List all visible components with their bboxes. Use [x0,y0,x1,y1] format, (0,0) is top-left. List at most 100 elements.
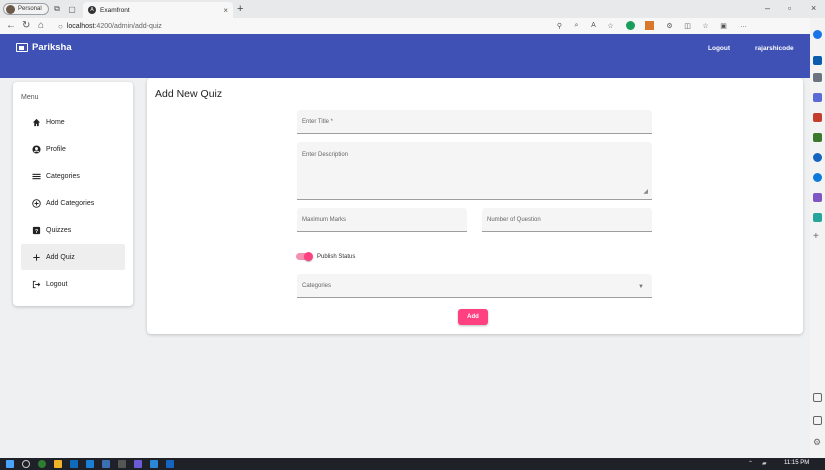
clock[interactable]: 11:15 PM [784,460,809,466]
num-questions-placeholder: Number of Question [487,217,541,223]
sidebar-item-home[interactable]: Home [21,109,125,135]
tag-icon[interactable] [813,93,822,102]
notification-icon[interactable] [813,56,822,65]
brand-name: Pariksha [32,42,72,53]
edge-sidebar: + ⚙ [810,18,825,458]
restore-icon[interactable]: ▫ [788,3,791,13]
extension-green-icon[interactable] [626,21,635,30]
network-icon[interactable]: ▰ [762,460,767,467]
list-icon [31,171,41,181]
profile-avatar [6,4,15,14]
read-aloud-icon[interactable]: A [589,21,598,30]
add-side-app-icon[interactable]: + [813,232,822,242]
publish-status-label: Publish Status [317,254,356,260]
sidebar-item-logout[interactable]: Logout [21,271,125,297]
sidebar-item-add-quiz[interactable]: Add Quiz [21,244,125,270]
start-icon[interactable] [6,460,14,468]
sidebar-item-label: Add Categories [46,199,95,207]
people-icon[interactable] [813,133,822,142]
chrome-taskbar-icon[interactable] [38,460,46,468]
toggle-thumb [304,252,313,261]
search-icon[interactable] [22,460,30,468]
copilot-icon[interactable] [813,30,822,39]
chevron-down-icon: ▼ [638,284,644,290]
header-username-button[interactable]: rajarshicode [755,45,794,52]
key-icon[interactable]: ⚲ [555,21,564,30]
extension-fox-icon[interactable] [645,21,654,30]
outlook-icon[interactable] [813,173,822,182]
sidebar-item-label: Add Quiz [46,253,75,261]
brand[interactable]: Pariksha [16,42,72,53]
title-input[interactable]: Enter Title * [297,110,652,134]
categories-select[interactable]: Categories ▼ [297,274,652,298]
back-icon[interactable]: ← [6,20,16,32]
profile-button[interactable]: Personal [3,3,49,15]
svg-text:?: ? [34,228,37,234]
sidebar-item-label: Logout [46,280,68,288]
header-logout-button[interactable]: Logout [708,45,730,52]
split-screen-icon[interactable]: ◫ [683,21,692,30]
extensions-icon[interactable]: ⚙ [665,21,674,30]
sidebar-item-label: Categories [46,172,80,180]
vscode-icon[interactable] [150,460,158,468]
tab-actions-icon[interactable]: ▢ [67,4,77,14]
sidebar-item-categories[interactable]: Categories [21,163,125,189]
tray-chevron-icon[interactable]: ⌃ [748,460,753,467]
favorites-icon[interactable]: ☆ [701,21,710,30]
description-textarea[interactable]: Enter Description ◢ [297,142,652,200]
max-marks-input[interactable]: Maximum Marks [297,208,467,232]
page-title: Add New Quiz [155,88,223,100]
resize-handle-icon[interactable]: ◢ [643,188,648,195]
browser-tab-bar: Personal ⧉ ▢ A Examfront × + – ▫ × [0,0,825,18]
minimize-icon[interactable]: – [765,3,770,13]
brand-icon [16,43,28,52]
sidebar-layout-icon[interactable] [813,393,822,402]
tab-title: Examfront [100,6,130,14]
browser-tab[interactable]: A Examfront × [83,2,233,18]
sidebar-card: Menu Home Profile Categories Add Categor… [13,82,133,306]
sidebar-item-label: Home [46,118,65,126]
home-browser-icon[interactable]: ⌂ [38,20,44,32]
search-side-icon[interactable] [813,73,822,82]
close-tab-icon[interactable]: × [223,6,228,15]
sidebar-item-quizzes[interactable]: ? Quizzes [21,217,125,243]
edge-taskbar-icon[interactable] [70,460,78,468]
site-info-icon[interactable]: ○ [58,22,63,31]
url-field[interactable]: ○ localhost:4200/admin/add-quiz [58,20,603,32]
file-explorer-icon[interactable] [54,460,62,468]
description-placeholder: Enter Description [302,152,349,158]
sidebar-item-add-categories[interactable]: Add Categories [21,190,125,216]
new-tab-button[interactable]: + [237,3,243,15]
teams-icon[interactable] [134,460,142,468]
publish-toggle[interactable] [296,252,314,261]
mail-icon[interactable] [86,460,94,468]
more-menu-icon[interactable]: … [739,21,748,30]
terminal-icon[interactable] [118,460,126,468]
num-questions-input[interactable]: Number of Question [482,208,652,232]
url-path: :4200/admin/add-quiz [94,22,162,30]
profile-label: Personal [18,6,42,12]
windows-taskbar: ⌃ ▰ 11:15 PM [0,458,825,470]
vscode-insiders-icon[interactable] [166,460,174,468]
max-marks-placeholder: Maximum Marks [302,217,347,223]
games-icon[interactable] [813,193,822,202]
store-icon[interactable] [102,460,110,468]
favorite-star-icon[interactable]: ☆ [606,21,615,30]
side-settings-icon[interactable]: ⚙ [813,438,822,447]
add-quiz-button[interactable]: Add [458,309,488,325]
collections-icon[interactable]: ▣ [719,21,728,30]
tools-icon[interactable] [813,213,822,222]
address-bar-row: ← ↻ ⌂ ○ localhost:4200/admin/add-quiz ⚲ … [0,18,825,34]
close-window-icon[interactable]: × [811,3,816,13]
angular-favicon-icon: A [88,6,96,14]
quiz-icon: ? [31,225,41,235]
open-external-icon[interactable] [813,416,822,425]
office-icon[interactable] [813,153,822,162]
refresh-icon[interactable]: ↻ [22,20,30,32]
menu-title: Menu [21,94,39,101]
shopping-icon[interactable] [813,113,822,122]
app-toolbar: Pariksha Logout rajarshicode [0,34,810,78]
workspaces-icon[interactable]: ⧉ [52,4,62,14]
zoom-icon[interactable]: ⌕ [572,21,581,30]
sidebar-item-profile[interactable]: Profile [21,136,125,162]
